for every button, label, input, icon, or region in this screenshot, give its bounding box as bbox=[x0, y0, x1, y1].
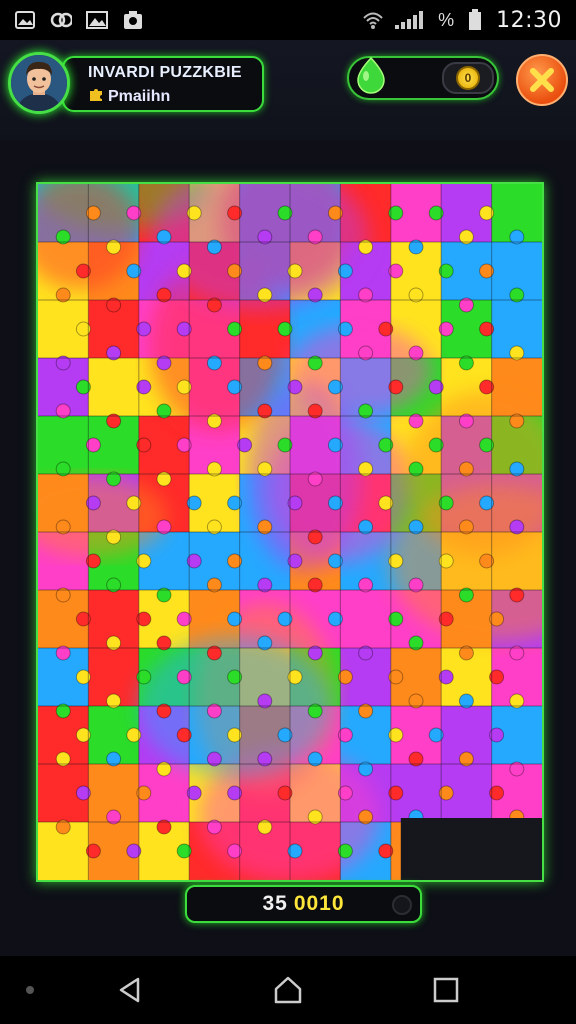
green-gem-icon bbox=[354, 56, 388, 94]
status-time: 12:30 bbox=[496, 7, 562, 33]
score-display: 35 0010 bbox=[262, 892, 344, 916]
back-icon bbox=[119, 977, 140, 1003]
puzzle-piece[interactable] bbox=[340, 590, 392, 649]
navigation-bar bbox=[0, 956, 576, 1024]
game-subtitle: Pmaiihn bbox=[108, 87, 171, 105]
home-icon bbox=[274, 976, 302, 1004]
close-button[interactable] bbox=[516, 54, 568, 106]
game-header: INVARDI PUZZKBIE Pmaiihn 0 bbox=[0, 40, 576, 140]
game-title: INVARDI PUZZKBIE bbox=[88, 64, 242, 81]
score-prefix: 35 bbox=[262, 892, 288, 915]
camera-icon bbox=[122, 10, 144, 30]
back-button[interactable] bbox=[112, 972, 148, 1008]
wifi-icon bbox=[362, 10, 384, 30]
puzzle-board[interactable] bbox=[38, 184, 542, 880]
gallery-icon bbox=[86, 10, 108, 30]
battery-icon bbox=[464, 9, 486, 30]
puzzle-piece[interactable] bbox=[88, 358, 140, 417]
status-bar: % 12:30 bbox=[0, 0, 576, 40]
puzzle-piece-icon bbox=[88, 86, 104, 107]
photo-icon bbox=[14, 10, 36, 30]
subtitle-row: Pmaiihn bbox=[88, 86, 262, 107]
close-icon bbox=[530, 68, 554, 92]
score-indicator bbox=[392, 895, 412, 915]
recents-icon bbox=[433, 977, 459, 1003]
status-system: % 12:30 bbox=[362, 8, 562, 33]
signal-icon bbox=[394, 10, 428, 30]
recents-button[interactable] bbox=[428, 972, 464, 1008]
nav-indicator-dot bbox=[26, 986, 34, 994]
score-panel: 35 0010 bbox=[185, 885, 422, 923]
score-suffix: 0010 bbox=[293, 892, 345, 915]
status-notifications bbox=[14, 10, 144, 30]
home-button[interactable] bbox=[270, 972, 306, 1008]
coin-icon: 0 bbox=[456, 66, 480, 90]
battery-percent-label: % bbox=[438, 9, 455, 30]
empty-slot[interactable] bbox=[400, 818, 542, 880]
link-icon bbox=[50, 10, 72, 30]
title-panel: INVARDI PUZZKBIE Pmaiihn bbox=[62, 56, 264, 112]
coin-value: 0 bbox=[464, 71, 472, 85]
coin-counter[interactable]: 0 bbox=[442, 62, 494, 94]
player-avatar[interactable] bbox=[8, 52, 70, 114]
